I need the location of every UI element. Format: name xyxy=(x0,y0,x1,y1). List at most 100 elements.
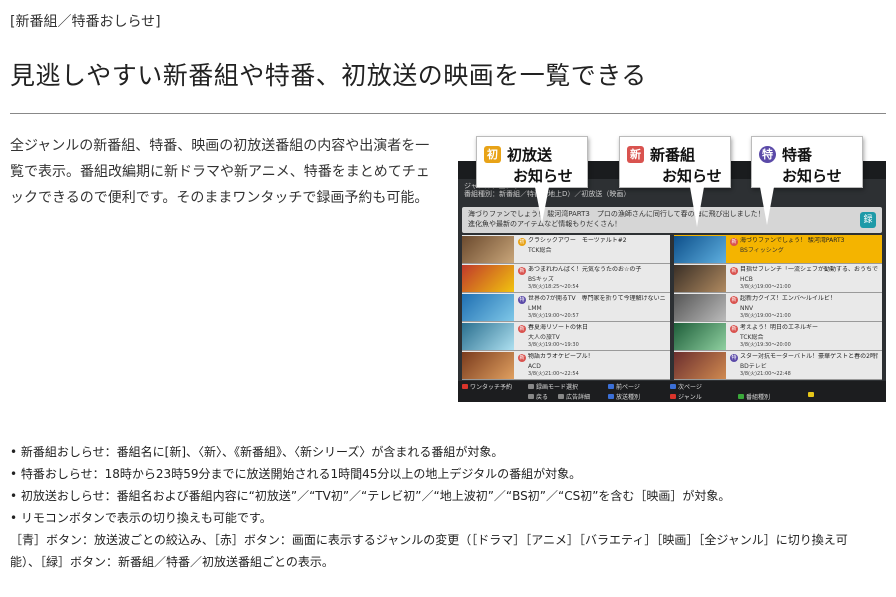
record-icon[interactable]: 録 xyxy=(860,212,876,228)
program-row[interactable]: 新物語カラオケピープル！ ACD 3/8(火)21:00〜22:54 xyxy=(462,351,670,380)
program-type-badge: 新 xyxy=(730,296,738,304)
green-button-icon xyxy=(738,394,744,399)
genre-guide[interactable]: ジャンル xyxy=(670,392,702,401)
program-column-left: 初クラシックアワー モーツァルト#2 TCK総合新あつまれわんぱく！元気なうたのお… xyxy=(462,235,670,380)
type-filter-text: 番組種別：新番組／特番（地上D）／初放送（映画） xyxy=(464,190,631,198)
program-channel: BSキッズ xyxy=(528,276,554,283)
note-remote: • リモコンボタンで表示の切り換えも可能です。 xyxy=(10,511,272,525)
program-row[interactable]: 新あつまれわんぱく！元気なうたのお☆の子 BSキッズ 3/8(火)18:25〜20:… xyxy=(462,264,670,293)
program-channel: TCK総合 xyxy=(740,334,764,341)
rec-mode-guide[interactable]: 録画モード選択 xyxy=(528,382,578,391)
program-title: 春夏海リゾートの休日 xyxy=(528,324,589,331)
program-title: 目指せフレンチ「一流シェフが勧動する、おうちでのお祝いレシピ」 xyxy=(740,266,878,273)
program-title: 考えよう！明日のエネルギー xyxy=(740,324,819,331)
program-channel: BSフィッシング xyxy=(740,247,784,254)
program-thumbnail xyxy=(462,236,514,263)
program-row[interactable]: 初クラシックアワー モーツァルト#2 TCK総合 xyxy=(462,235,670,264)
program-channel: LMM xyxy=(528,305,542,312)
program-title: 物語カラオケピープル！ xyxy=(528,353,594,360)
note-remote-detail-2: 能）、［緑］ボタン：新番組／特番／初放送番組ごとの表示。 xyxy=(10,555,334,569)
program-thumbnail xyxy=(674,352,726,379)
detail-line-2: 進化魚や最新のアイテムなど情報もりだくさん！ xyxy=(468,220,622,228)
program-type-badge: 新 xyxy=(730,325,738,333)
prev-page-guide[interactable]: 前ページ xyxy=(608,382,640,391)
program-row[interactable]: 特スター対抗モーターバトル！豪華ゲストと春の2時間スペシャル！ BDテレビ3/8(… xyxy=(674,351,882,380)
back-button-icon xyxy=(528,394,534,399)
back-guide[interactable]: 戻る xyxy=(528,392,548,401)
blue-button-icon xyxy=(608,394,614,399)
program-type-badge: 新 xyxy=(730,238,738,246)
program-thumbnail xyxy=(674,265,726,292)
program-thumbnail xyxy=(462,323,514,350)
program-time: 3/8(火)21:00〜22:54 xyxy=(528,371,579,377)
program-title: スター対抗モーターバトル！豪華ゲストと春の2時間スペシャル！ xyxy=(740,353,878,360)
program-time: 3/8(火)19:00〜21:00 xyxy=(740,313,791,319)
program-row[interactable]: 新考えよう！明日のエネルギー TCK総合 3/8(火)19:30〜20:00 xyxy=(674,322,882,351)
program-time: 3/8(火)21:00〜22:48 xyxy=(740,371,791,377)
program-detail-banner: 海づりファンでしょう！ 駿河湾PART3 プロの漁師さんに同行して春の海に飛び出… xyxy=(462,207,882,233)
program-channel: NNV xyxy=(740,305,754,312)
red-button-icon xyxy=(462,384,468,389)
program-list-screenshot: ジャンル：全ジャ 番組種別：新番組／特番（地上D）／初放送（映画） 海づりファン… xyxy=(458,161,886,402)
program-grid: 初クラシックアワー モーツァルト#2 TCK総合新あつまれわんぱく！元気なうたのお… xyxy=(462,235,882,380)
program-title: 世界の7が開るTV 専門家を折りて今理解けないニュースの謎を解説！ xyxy=(528,295,666,302)
yellow-guide[interactable] xyxy=(808,392,814,397)
program-row[interactable]: 新海づりファンでしょう！ 駿河湾PART3 BSフィッシング xyxy=(674,235,882,264)
program-type-badge: 新 xyxy=(518,267,526,275)
callout-new-program-sub: お知らせ xyxy=(662,167,722,185)
callout-first-broadcast-pointer xyxy=(535,187,549,223)
first-broadcast-icon: 初 xyxy=(484,146,501,163)
callout-special: 特 特番 お知らせ xyxy=(751,136,863,188)
callout-first-broadcast: 初 初放送 お知らせ xyxy=(476,136,588,188)
program-channel: ACD xyxy=(528,363,541,370)
ad-detail-guide[interactable]: 広告詳細 xyxy=(558,392,590,401)
remote-button-guide: ワンタッチ予約 録画モード選択 前ページ 次ページ 戻る 広告詳細 放送種別 ジ… xyxy=(458,381,886,402)
prog-type-guide[interactable]: 番組種別 xyxy=(738,392,770,401)
program-channel: 大人の旅TV xyxy=(528,334,560,341)
special-program-icon: 特 xyxy=(759,146,776,163)
note-first-broadcast: • 初放送おしらせ：番組名および番組内容に“初放送”／“TV初”／“テレビ初”／… xyxy=(10,489,731,503)
program-type-badge: 新 xyxy=(730,267,738,275)
note-remote-detail-1: ［青］ボタン：放送波ごとの絞込み、［赤］ボタン：画面に表示するジャンルの変更（［… xyxy=(10,533,848,547)
program-time: 3/8(火)19:30〜20:00 xyxy=(740,342,791,348)
callout-special-sub: お知らせ xyxy=(782,167,842,185)
program-column-right: 新海づりファンでしょう！ 駿河湾PART3 BSフィッシング新目指せフレンチ「一流… xyxy=(674,235,882,380)
new-program-icon: 新 xyxy=(627,146,644,163)
program-thumbnail xyxy=(674,323,726,350)
program-row[interactable]: 新目指せフレンチ「一流シェフが勧動する、おうちでのお祝いレシピ」 HCB3/8(火… xyxy=(674,264,882,293)
program-time: 3/8(火)19:00〜20:57 xyxy=(528,313,579,319)
callout-special-label: 特番 xyxy=(782,146,813,164)
program-type-badge: 新 xyxy=(518,354,526,362)
detail-line-1: 海づりファンでしょう！ 駿河湾PART3 プロの漁師さんに同行して春の海に飛び出… xyxy=(468,210,765,218)
notes-list: • 新番組おしらせ：番組名に[新]、〈新〉、《新番組》、〈新シリーズ〉が含まれる… xyxy=(10,441,890,573)
onetouch-guide[interactable]: ワンタッチ予約 xyxy=(462,382,512,391)
next-page-icon xyxy=(670,384,676,389)
page-title: 見逃しやすい新番組や特番、初放送の映画を一覧できる xyxy=(10,61,647,90)
program-type-badge: 初 xyxy=(518,238,526,246)
program-title: あつまれわんぱく！元気なうたのお☆の子 xyxy=(528,266,642,273)
program-type-badge: 特 xyxy=(730,354,738,362)
program-row[interactable]: 新春夏海リゾートの休日 大人の旅TV 3/8(火)19:00〜19:30 xyxy=(462,322,670,351)
program-time: 3/8(火)19:00〜21:00 xyxy=(740,284,791,290)
program-row[interactable]: 特世界の7が開るTV 専門家を折りて今理解けないニュースの謎を解説！ LMM3/8… xyxy=(462,293,670,322)
program-time: 3/8(火)19:00〜19:30 xyxy=(528,342,579,348)
program-title: 超新力クイズ！エンバ〜ルイルビ！ xyxy=(740,295,836,302)
program-title: 海づりファンでしょう！ 駿河湾PART3 xyxy=(740,237,845,244)
program-thumbnail xyxy=(674,236,726,263)
program-type-badge: 新 xyxy=(518,325,526,333)
program-thumbnail xyxy=(462,265,514,292)
broadcast-guide[interactable]: 放送種別 xyxy=(608,392,640,401)
program-time: 3/8(火)18:25〜20:54 xyxy=(528,284,579,290)
program-thumbnail xyxy=(674,294,726,321)
intro-text: 全ジャンルの新番組、特番、映画の初放送番組の内容や出演者を一覧で表示。番組改編期… xyxy=(10,138,430,206)
callout-new-program-label: 新番組 xyxy=(650,146,696,164)
program-title: クラシックアワー モーツァルト#2 xyxy=(528,237,627,244)
callout-special-pointer xyxy=(760,187,774,225)
title-divider xyxy=(10,113,886,114)
next-page-guide[interactable]: 次ページ xyxy=(670,382,702,391)
rec-button-icon xyxy=(528,384,534,389)
program-row[interactable]: 新超新力クイズ！エンバ〜ルイルビ！ NNV 3/8(火)19:00〜21:00 xyxy=(674,293,882,322)
callout-first-broadcast-sub: お知らせ xyxy=(513,167,573,185)
note-special: • 特番おしらせ：18時から23時59分までに放送開始される1時間45分以上の地… xyxy=(10,467,582,481)
prev-page-icon xyxy=(608,384,614,389)
